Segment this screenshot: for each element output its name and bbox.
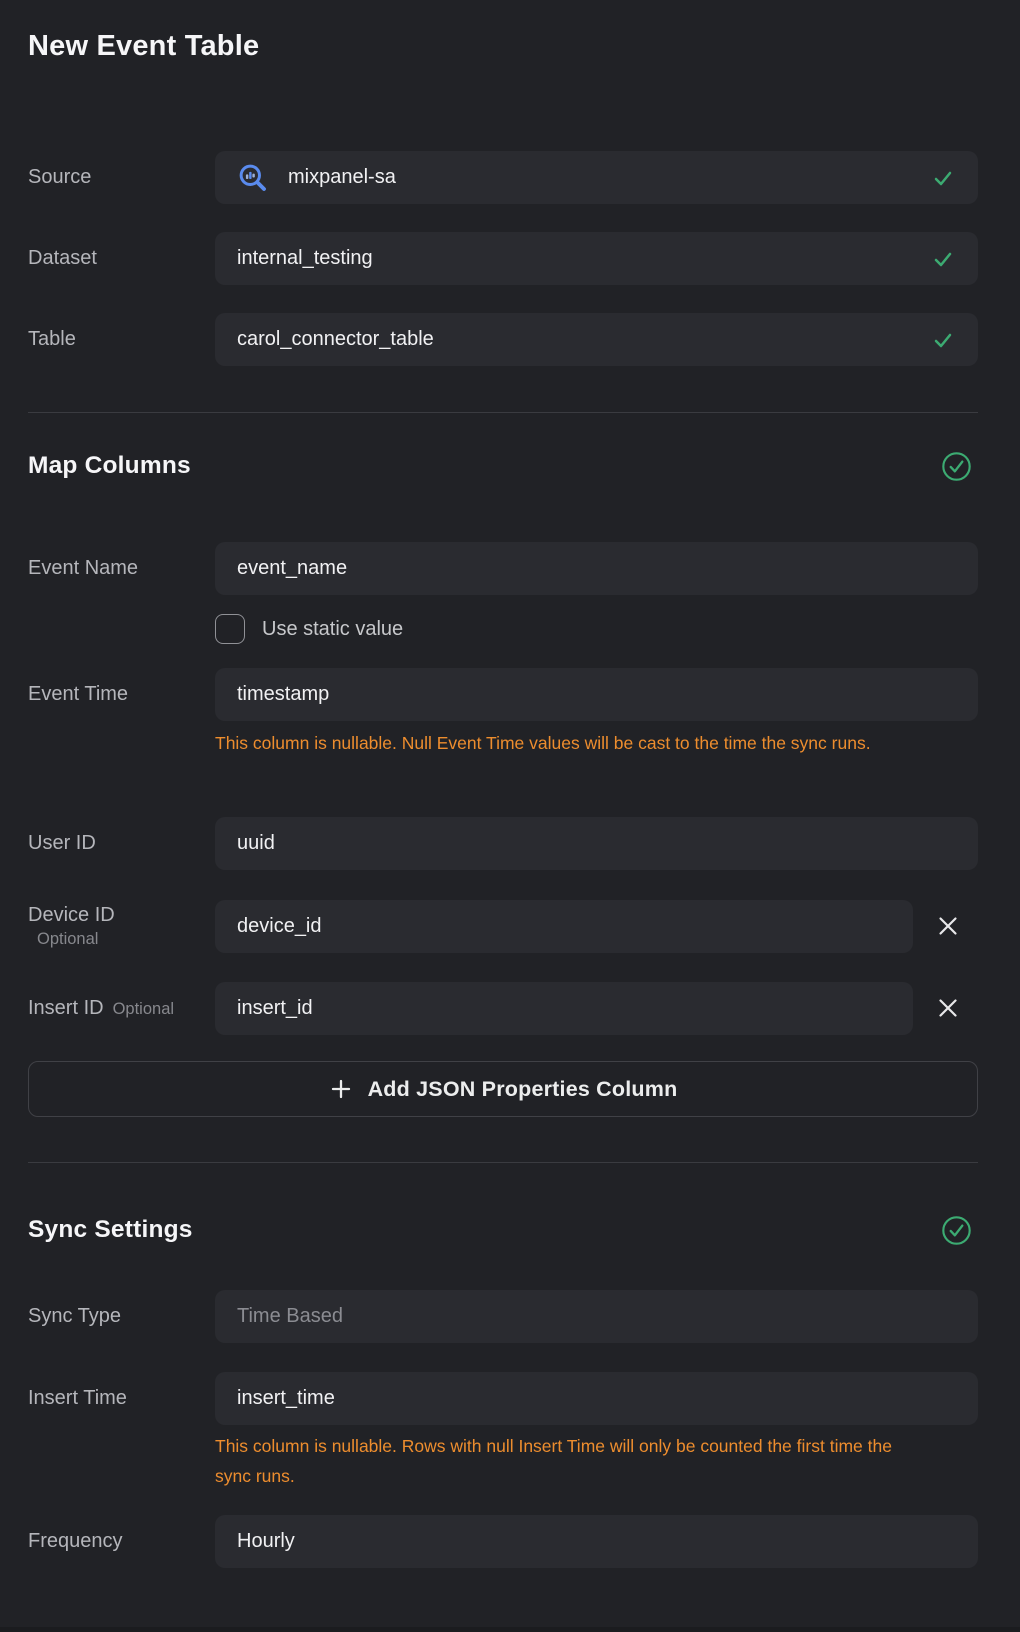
insert-id-label-text: Insert ID (28, 997, 104, 1020)
event-time-label: Event Time (28, 668, 208, 721)
plus-icon (329, 1077, 353, 1101)
check-icon (932, 329, 954, 351)
event-name-value: event_name (237, 557, 347, 580)
device-id-remove-button[interactable] (934, 913, 962, 941)
device-id-label-text: Device ID (28, 904, 115, 927)
frequency-field[interactable]: Hourly (215, 1515, 978, 1568)
table-field[interactable]: carol_connector_table (215, 313, 978, 366)
insert-id-optional-tag: Optional (113, 1000, 174, 1019)
insert-time-label: Insert Time (28, 1372, 208, 1425)
insert-time-nullable-warning: This column is nullable. Rows with null … (215, 1431, 930, 1491)
check-icon (932, 248, 954, 270)
add-json-properties-button[interactable]: Add JSON Properties Column (28, 1061, 978, 1117)
dataset-field[interactable]: internal_testing (215, 232, 978, 285)
source-label: Source (28, 151, 208, 204)
new-event-table-form: New Event Table Source mixpanel-sa Datas… (0, 0, 1020, 1632)
insert-time-field[interactable]: insert_time (215, 1372, 978, 1425)
table-value: carol_connector_table (237, 328, 434, 351)
device-id-optional-tag: Optional (28, 930, 98, 949)
event-name-label: Event Name (28, 542, 208, 595)
insert-time-value: insert_time (237, 1387, 335, 1410)
circle-check-icon (941, 1215, 972, 1246)
user-id-label: User ID (28, 817, 208, 870)
user-id-value: uuid (237, 832, 275, 855)
page-title: New Event Table (28, 30, 259, 63)
insert-id-label: Insert ID Optional (28, 982, 208, 1035)
section-divider (28, 1162, 978, 1163)
event-time-nullable-warning: This column is nullable. Null Event Time… (215, 728, 930, 758)
static-value-row: Use static value (215, 612, 403, 646)
user-id-field[interactable]: uuid (215, 817, 978, 870)
bigquery-icon (237, 162, 268, 193)
frequency-value: Hourly (237, 1530, 295, 1553)
device-id-value: device_id (237, 915, 322, 938)
insert-id-field[interactable]: insert_id (215, 982, 913, 1035)
sync-type-label: Sync Type (28, 1290, 208, 1343)
sync-type-value: Time Based (237, 1305, 343, 1328)
insert-id-value: insert_id (237, 997, 313, 1020)
source-field[interactable]: mixpanel-sa (215, 151, 978, 204)
device-id-field[interactable]: device_id (215, 900, 913, 953)
map-columns-header: Map Columns (28, 448, 978, 484)
dataset-value: internal_testing (237, 247, 373, 270)
static-value-label: Use static value (262, 618, 403, 641)
device-id-label: Device ID Optional (28, 900, 208, 953)
event-time-value: timestamp (237, 683, 329, 706)
event-name-field[interactable]: event_name (215, 542, 978, 595)
static-value-checkbox[interactable] (215, 614, 245, 644)
add-json-properties-label: Add JSON Properties Column (368, 1077, 678, 1102)
circle-check-icon (941, 451, 972, 482)
x-icon (936, 914, 960, 941)
section-divider (28, 412, 978, 413)
x-icon (936, 996, 960, 1023)
sync-settings-heading: Sync Settings (28, 1216, 193, 1244)
bottom-edge (0, 1627, 1020, 1632)
insert-id-remove-button[interactable] (934, 995, 962, 1023)
dataset-label: Dataset (28, 232, 208, 285)
event-time-field[interactable]: timestamp (215, 668, 978, 721)
map-columns-heading: Map Columns (28, 452, 191, 480)
table-label: Table (28, 313, 208, 366)
frequency-label: Frequency (28, 1515, 208, 1568)
check-icon (932, 167, 954, 189)
sync-settings-header: Sync Settings (28, 1212, 978, 1248)
source-value: mixpanel-sa (288, 166, 396, 189)
sync-type-field: Time Based (215, 1290, 978, 1343)
